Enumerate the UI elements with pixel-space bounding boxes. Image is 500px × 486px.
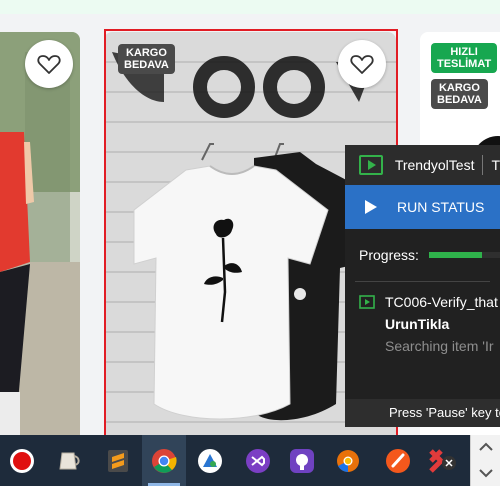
test-case-row[interactable]: TC006-Verify_that [345, 294, 500, 310]
title-separator [482, 155, 484, 175]
runner-title-extra: T [491, 157, 500, 173]
runner-footer-hint: Press 'Pause' key to [345, 399, 500, 427]
test-runner-window[interactable]: TrendyolTest T RUN STATUS Progress: TC00… [345, 145, 500, 427]
record-icon[interactable] [0, 435, 44, 486]
visual-studio-icon[interactable] [236, 435, 280, 486]
promo-bar [0, 0, 500, 14]
product-image-left [0, 32, 80, 436]
favorite-button-middle[interactable] [338, 40, 386, 88]
scroll-up-icon[interactable] [471, 437, 500, 457]
runner-titlebar[interactable]: TrendyolTest T [345, 145, 500, 185]
jug-app-icon[interactable] [46, 435, 90, 486]
runner-app-icon [359, 155, 383, 175]
free-shipping-badge: KARGO BEDAVA [431, 79, 488, 109]
test-case-name: TC006-Verify_that [385, 294, 498, 310]
map-app-icon[interactable] [188, 435, 232, 486]
runner-divider [355, 281, 490, 282]
github-icon[interactable] [280, 435, 324, 486]
brush-app-icon[interactable] [376, 435, 420, 486]
free-shipping-badge: KARGO BEDAVA [118, 44, 175, 74]
run-status-label: RUN STATUS [397, 199, 485, 215]
heart-outline-icon [37, 55, 61, 74]
test-case-icon [359, 295, 375, 309]
sublime-text-icon[interactable] [96, 435, 140, 486]
heart-outline-icon [350, 55, 374, 74]
favorite-button-left[interactable] [25, 40, 73, 88]
progress-row: Progress: [345, 229, 500, 281]
progress-label: Progress: [359, 247, 419, 263]
fast-delivery-badge: HIZLI TESLİMAT [431, 43, 498, 73]
play-icon [365, 200, 377, 214]
taskbar [0, 435, 470, 486]
product-card-left[interactable] [0, 32, 80, 436]
runner-title: TrendyolTest [394, 157, 475, 173]
progress-bar-fill [428, 252, 483, 258]
progress-bar [428, 252, 500, 258]
scroll-down-icon[interactable] [471, 463, 500, 483]
test-status-text: Searching item 'Ir [385, 338, 494, 354]
page-scrollbar[interactable] [470, 435, 500, 486]
test-step-name: UrunTikla [385, 316, 450, 332]
ranorex-icon[interactable] [420, 435, 464, 486]
run-status-bar[interactable]: RUN STATUS [345, 185, 500, 229]
chrome-dev-icon[interactable] [326, 435, 370, 486]
chrome-icon[interactable] [142, 435, 186, 486]
